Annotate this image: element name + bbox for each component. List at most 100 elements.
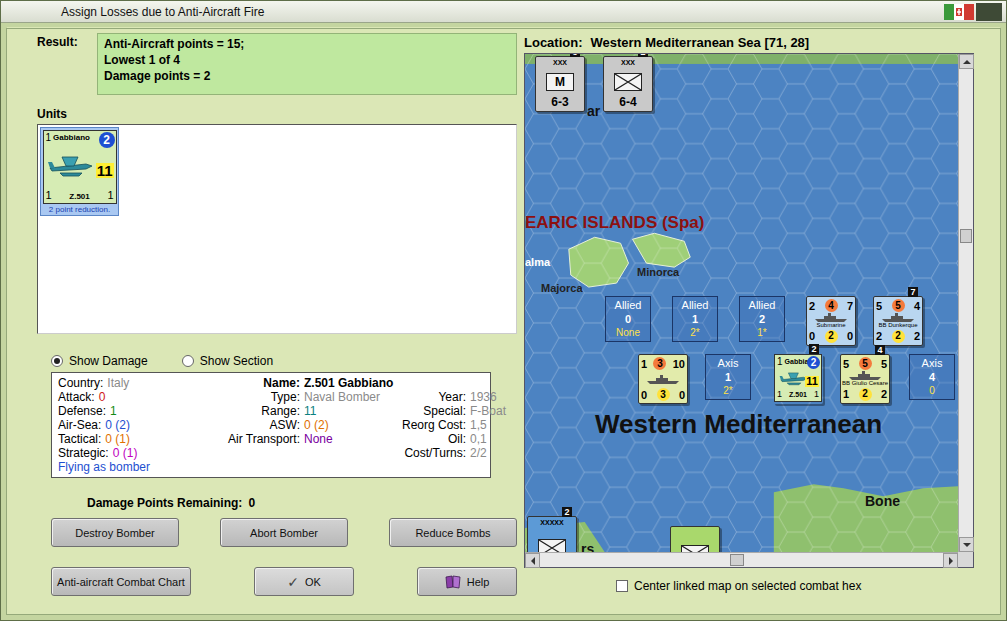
map-counter[interactable]: 21Gabbiano2111Z.5011: [773, 354, 823, 404]
force-stack[interactable]: Axis12*: [705, 354, 751, 400]
infantry-icon: [539, 540, 565, 552]
map-counter[interactable]: 3XXXM6-3: [535, 56, 585, 112]
detail-field: Name:Z.501 Gabbiano: [208, 376, 506, 390]
scroll-left-button[interactable]: [525, 553, 540, 568]
detail-label: Cost/Turns:: [388, 446, 466, 460]
stack-count: 1: [725, 370, 731, 384]
seaplane-icon: [48, 154, 94, 178]
flag-area: [944, 1, 1006, 23]
map-label: ar: [587, 104, 600, 119]
scroll-thumb[interactable]: [730, 554, 744, 566]
vertical-scrollbar[interactable]: [958, 54, 973, 552]
map-label: Bone: [865, 494, 900, 509]
map-counter[interactable]: 2XXXXX: [527, 516, 577, 552]
detail-field: Year:1936: [388, 390, 506, 404]
radio-label: Show Section: [200, 354, 273, 368]
force-stack[interactable]: Allied12*: [672, 296, 718, 342]
radio-dot[interactable]: [51, 355, 63, 367]
stack-side: Axis: [922, 356, 943, 370]
infantry-icon: [682, 546, 708, 552]
detail-field: Cost/Turns: 2/2: [388, 446, 506, 460]
detail-field: ASW:0 (2): [208, 418, 388, 432]
ship-value: 2: [876, 330, 882, 342]
ship-name: Submarine: [816, 322, 845, 329]
ship-value: 1: [843, 388, 849, 400]
scroll-up-button[interactable]: [959, 54, 974, 69]
scroll-thumb[interactable]: [960, 229, 972, 243]
stack-count-badge: 2: [562, 507, 572, 517]
detail-value: 0 (2): [304, 418, 388, 432]
ship-icon: [814, 313, 848, 322]
stack-count-badge: 7: [908, 287, 918, 297]
map-label: EARIC ISLANDS (Spa): [525, 214, 704, 233]
unit-size: XXXXX: [540, 519, 563, 527]
detail-value: Z.501 Gabbiano: [304, 376, 506, 390]
unit-size: XXX: [621, 59, 635, 67]
map-counter[interactable]: 247Submarine020: [806, 296, 856, 346]
arrow-up-icon: [963, 56, 971, 64]
detail-value: 2/2: [470, 446, 506, 460]
result-line: Anti-Aircraft points = 15;: [104, 36, 510, 52]
view-options: Show Damage Show Section: [51, 354, 517, 368]
action-button[interactable]: Reduce Bombs: [389, 518, 517, 547]
title-bar: Assign Losses due to Anti-Aircraft Fire: [1, 1, 1006, 23]
radio-dot[interactable]: [182, 355, 194, 367]
units-label: Units: [37, 107, 517, 121]
ship-value: 7: [847, 300, 853, 312]
stack-count-badge: 4: [875, 345, 885, 355]
detail-value: 0 (1): [105, 432, 208, 446]
unit-caption: 2 point reduction.: [49, 205, 110, 214]
checkbox[interactable]: [616, 580, 628, 592]
ship-value: 2: [914, 330, 920, 342]
stack-value: None: [616, 326, 640, 340]
air-unit-counter[interactable]: 1Gabbiano2111Z.5011: [43, 130, 117, 204]
detail-field: Special:F-Boat: [388, 404, 506, 418]
detail-field: Country:Italy: [58, 376, 208, 390]
ship-value: 0: [679, 389, 685, 401]
dialog-window: Assign Losses due to Anti-Aircraft Fire R…: [0, 0, 1007, 621]
stack-value: 2*: [690, 326, 699, 340]
help-button[interactable]: Help: [417, 567, 517, 596]
confirm-button[interactable]: ✓OK: [254, 567, 354, 596]
center-map-option[interactable]: Center linked map on selected combat hex: [616, 579, 974, 593]
force-stack[interactable]: Allied21*: [739, 296, 785, 342]
stack-side: Allied: [749, 298, 776, 312]
map-counter[interactable]: [670, 526, 720, 552]
ship-value: 0: [641, 389, 647, 401]
map-counter[interactable]: 4555BB Giulio Cesare122: [840, 354, 890, 404]
map-label: alma: [525, 256, 550, 268]
ship-value: 5: [881, 358, 887, 370]
detail-value: None: [304, 432, 388, 446]
map-view[interactable]: EARIC ISLANDS (Spa)almaMajorcaMinorcaWes…: [525, 54, 958, 552]
map-counter[interactable]: 1310030: [638, 354, 688, 404]
plain-button[interactable]: Anti-aircraft Combat Chart: [51, 567, 191, 596]
unit-card[interactable]: 1Gabbiano2111Z.50112 point reduction.: [40, 127, 119, 216]
force-stack[interactable]: Axis40: [909, 354, 955, 400]
map-counter[interactable]: 7554BB Dunkerque222: [873, 296, 923, 346]
arrow-right-icon: [949, 557, 957, 565]
action-button[interactable]: Abort Bomber: [220, 518, 348, 547]
unit-value: 1: [777, 390, 782, 400]
left-column: Result:Anti-Aircraft points = 15;Lowest …: [37, 33, 517, 606]
action-button[interactable]: Destroy Bomber: [51, 518, 179, 547]
stack-count-badge: 2: [809, 344, 819, 354]
unit-value: 1: [46, 132, 52, 143]
view-radio[interactable]: Show Damage: [51, 354, 148, 368]
map-counter[interactable]: 2XXX6-4: [603, 56, 653, 112]
unit-value: 1: [777, 356, 783, 367]
scroll-right-button[interactable]: [943, 553, 958, 568]
footer-buttons: Anti-aircraft Combat Chart ✓OK Help: [51, 567, 517, 596]
location-row: Location:Western Mediterranean Sea [71, …: [524, 33, 974, 53]
detail-label: Tactical:: [58, 432, 101, 446]
right-column: Location:Western Mediterranean Sea [71, …: [524, 33, 974, 606]
view-radio[interactable]: Show Section: [182, 354, 273, 368]
force-stack[interactable]: Allied0None: [605, 296, 651, 342]
detail-value: 1936: [470, 390, 506, 404]
detail-field: Range:11: [208, 404, 388, 418]
horizontal-scrollbar[interactable]: [525, 552, 958, 567]
scroll-down-button[interactable]: [959, 537, 974, 552]
air-unit-counter[interactable]: 1Gabbiano2111Z.5011: [774, 354, 822, 402]
location-value: Western Mediterranean Sea [71, 28]: [591, 35, 810, 50]
attack-value: 4: [825, 299, 838, 312]
button-label: Help: [467, 576, 490, 588]
